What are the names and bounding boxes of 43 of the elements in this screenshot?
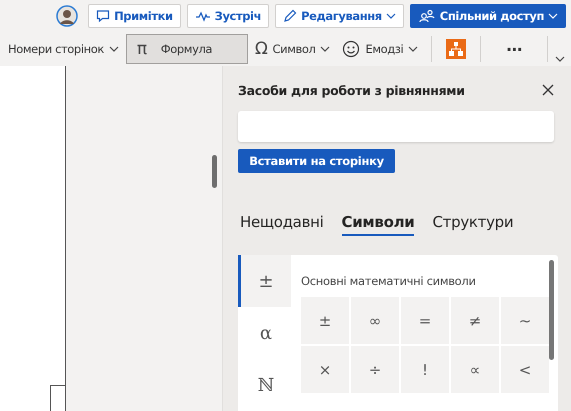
chevron-down-icon: [386, 13, 396, 19]
header-button[interactable]: Спільний доступ: [410, 4, 566, 28]
people-icon: [418, 9, 436, 23]
symbol-button[interactable]: <: [501, 346, 549, 393]
ribbon-button[interactable]: Номери сторінок: [3, 34, 124, 64]
pulse-icon: [194, 9, 211, 23]
ribbon-button[interactable]: π Формула: [126, 34, 248, 64]
symbol-button[interactable]: ~: [501, 297, 549, 344]
chevron-down-icon[interactable]: [555, 56, 565, 62]
pencil-icon: [283, 9, 298, 23]
header-button[interactable]: Зустріч: [186, 4, 270, 28]
panel-title: Засоби для роботи з рівняннями: [238, 82, 465, 98]
header-button[interactable]: Примітки: [88, 4, 181, 28]
more-button[interactable]: ⋯: [489, 34, 539, 64]
symbol-button[interactable]: ±: [301, 297, 349, 344]
chevron-down-icon: [548, 13, 558, 19]
chevron-down-icon: [408, 46, 418, 52]
tab[interactable]: Нещодавні: [240, 213, 324, 236]
smiley-icon: [342, 40, 360, 58]
ribbon-button[interactable]: Ω Символ: [250, 34, 336, 64]
scrollbar-thumb[interactable]: [212, 155, 217, 188]
tab[interactable]: Структури: [432, 213, 514, 236]
ribbon-button[interactable]: Емодзі: [337, 34, 424, 64]
group-title: Основні математичні символи: [301, 274, 477, 288]
tab[interactable]: Символи: [342, 213, 414, 236]
diagram-app-icon[interactable]: [446, 39, 466, 59]
insert-button[interactable]: Вставити на сторінку: [238, 148, 395, 173]
comment-icon: [96, 9, 110, 23]
chevron-down-icon: [108, 46, 119, 52]
scrollbar-thumb[interactable]: [549, 260, 554, 360]
avatar-icon[interactable]: [56, 5, 78, 27]
close-icon[interactable]: [542, 84, 554, 96]
category-item[interactable]: ±: [238, 255, 291, 307]
equation-input-field[interactable]: [238, 111, 554, 142]
symbol-button[interactable]: !: [401, 346, 449, 393]
symbol-button[interactable]: ∝: [451, 346, 499, 393]
symbol-button[interactable]: =: [401, 297, 449, 344]
symbol-button[interactable]: ÷: [351, 346, 399, 393]
symbol-button[interactable]: ∞: [351, 297, 399, 344]
header-button[interactable]: Редагування: [275, 4, 404, 28]
chevron-down-icon: [320, 46, 330, 52]
symbol-button[interactable]: ×: [301, 346, 349, 393]
symbol-button[interactable]: ≠: [451, 297, 499, 344]
